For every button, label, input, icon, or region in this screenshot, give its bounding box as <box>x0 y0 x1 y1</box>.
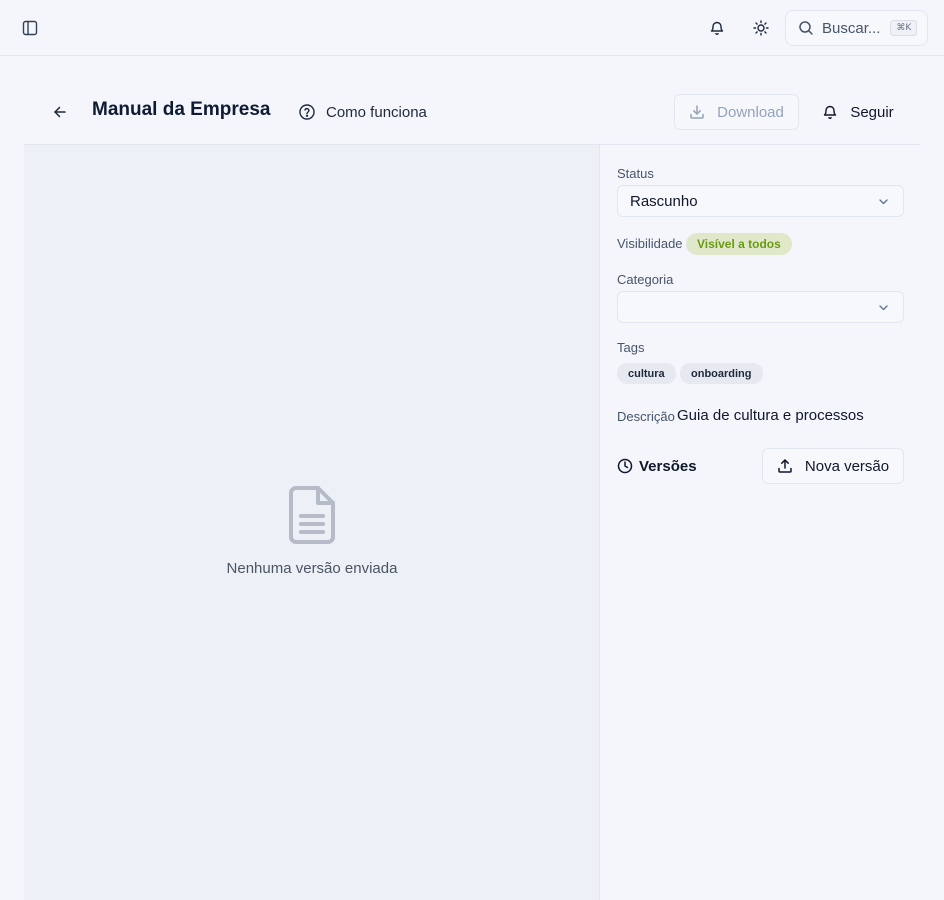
visibility-label: Visibilidade <box>617 236 683 251</box>
help-circle-icon <box>298 103 316 121</box>
empty-state-text: Nenhuma versão enviada <box>226 560 398 577</box>
sidebar-toggle-icon[interactable] <box>16 16 44 40</box>
download-label: Download <box>717 103 784 121</box>
visibility-badge: Visível a todos <box>686 233 792 255</box>
versions-title: Versões <box>639 457 697 475</box>
search-icon <box>798 20 814 36</box>
tags-label: Tags <box>617 340 645 355</box>
document-preview: Nenhuma versão enviada <box>24 145 600 900</box>
download-button[interactable]: Download <box>674 94 799 130</box>
search-box[interactable]: Buscar... ⌘K <box>785 10 928 46</box>
tag-chip[interactable]: onboarding <box>680 363 763 384</box>
new-version-button[interactable]: Nova versão <box>762 448 904 484</box>
status-label: Status <box>617 166 654 181</box>
clock-icon <box>617 458 633 474</box>
how-it-works-label: Como funciona <box>326 103 427 121</box>
status-value: Rascunho <box>630 192 698 210</box>
bell-icon <box>822 104 838 120</box>
versions-heading: Versões <box>617 456 697 476</box>
search-shortcut: ⌘K <box>890 20 918 36</box>
file-text-icon <box>288 485 336 545</box>
back-arrow-icon[interactable] <box>48 100 72 124</box>
chevron-down-icon <box>877 195 890 208</box>
category-select[interactable] <box>617 291 904 323</box>
bell-icon[interactable] <box>703 14 731 42</box>
description-value: Guia de cultura e processos <box>677 407 864 424</box>
page-title: Manual da Empresa <box>92 99 271 120</box>
category-label: Categoria <box>617 272 674 287</box>
how-it-works-link[interactable]: Como funciona <box>298 101 427 123</box>
sun-icon[interactable] <box>747 14 775 42</box>
upload-icon <box>777 458 793 474</box>
new-version-label: Nova versão <box>804 457 890 475</box>
chevron-down-icon <box>877 301 890 314</box>
status-select[interactable]: Rascunho <box>617 185 904 217</box>
top-bar: Buscar... ⌘K <box>0 0 944 56</box>
download-icon <box>689 104 705 120</box>
tag-chip[interactable]: cultura <box>617 363 676 384</box>
follow-label: Seguir <box>850 103 894 121</box>
description-label: Descrição <box>617 409 675 424</box>
follow-button[interactable]: Seguir <box>812 94 904 130</box>
search-label: Buscar... <box>822 19 881 37</box>
